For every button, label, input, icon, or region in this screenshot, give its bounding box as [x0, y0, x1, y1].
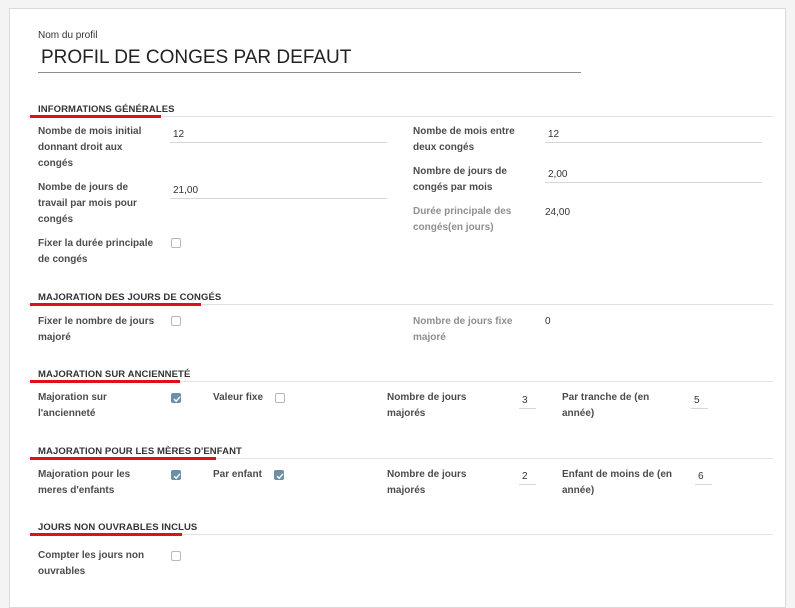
seniority-majoration-label: Majoration sur l'ancienneté — [38, 392, 107, 419]
seniority-days-label: Nombre de jours majorés — [387, 392, 467, 419]
per-child-checkbox[interactable] — [274, 470, 284, 480]
fixed-days-label: Nombre de jours fixe majoré — [413, 316, 513, 343]
work-days-input[interactable]: 21,00 — [170, 183, 387, 199]
profile-name-label: Nom du profil — [38, 30, 98, 41]
fix-duration-label: Fixer la durée principale de congés — [38, 238, 154, 265]
seniority-majoration-checkbox[interactable] — [171, 393, 181, 403]
section-title-majoration-days: MAJORATION DES JOURS DE CONGÉS — [38, 292, 222, 303]
mothers-majoration-label: Majoration pour les meres d'enfants — [38, 469, 131, 496]
main-duration-value: 24,00 — [545, 207, 571, 218]
child-under-label: Enfant de moins de (en année) — [562, 469, 673, 496]
seniority-days-input[interactable]: 3 — [519, 393, 536, 409]
months-between-label: Nombe de mois entre deux congés — [413, 126, 515, 153]
section-underline — [30, 533, 182, 536]
fix-count-label: Fixer le nombre de jours majoré — [38, 316, 155, 343]
initial-months-input[interactable]: 12 — [170, 127, 387, 143]
bracket-input[interactable]: 5 — [691, 393, 708, 409]
fixed-value-checkbox[interactable] — [275, 393, 285, 403]
leave-days-input[interactable]: 2,00 — [545, 167, 762, 183]
fix-duration-checkbox[interactable] — [171, 238, 181, 248]
child-under-input[interactable]: 6 — [695, 469, 712, 485]
mothers-days-label: Nombre de jours majorés — [387, 469, 467, 496]
count-non-working-checkbox[interactable] — [171, 551, 181, 561]
section-title-mothers: MAJORATION POUR LES MÈRES D'ENFANT — [38, 446, 242, 457]
form-sheet: Nom du profil PROFIL DE CONGES PAR DEFAU… — [9, 8, 786, 608]
check-icon — [276, 473, 284, 480]
leave-days-label: Nombre de jours de congés par mois — [413, 166, 507, 193]
section-underline — [30, 303, 201, 306]
fixed-days-value: 0 — [545, 316, 551, 327]
per-child-label: Par enfant — [213, 469, 262, 480]
section-underline — [30, 457, 216, 460]
section-title-non-working: JOURS NON OUVRABLES INCLUS — [38, 522, 198, 533]
section-title-general: INFORMATIONS GÉNÉRALES — [38, 104, 175, 115]
check-icon — [173, 473, 181, 480]
main-duration-label: Durée principale des congés(en jours) — [413, 206, 512, 233]
initial-months-label: Nombe de mois initial donnant droit aux … — [38, 126, 142, 169]
check-icon — [173, 396, 181, 403]
mothers-majoration-checkbox[interactable] — [171, 470, 181, 480]
mothers-days-input[interactable]: 2 — [519, 469, 536, 485]
work-days-label: Nombe de jours de travail par mois pour … — [38, 182, 137, 225]
fix-count-checkbox[interactable] — [171, 316, 181, 326]
section-underline — [30, 380, 180, 383]
profile-name-input[interactable]: PROFIL DE CONGES PAR DEFAUT — [38, 46, 581, 73]
months-between-input[interactable]: 12 — [545, 127, 762, 143]
fixed-value-label: Valeur fixe — [213, 392, 264, 403]
section-title-seniority: MAJORATION SUR ANCIENNETÉ — [38, 369, 191, 380]
section-underline — [30, 115, 161, 118]
bracket-label: Par tranche de (en année) — [562, 392, 650, 419]
count-non-working-label: Compter les jours non ouvrables — [38, 550, 145, 577]
